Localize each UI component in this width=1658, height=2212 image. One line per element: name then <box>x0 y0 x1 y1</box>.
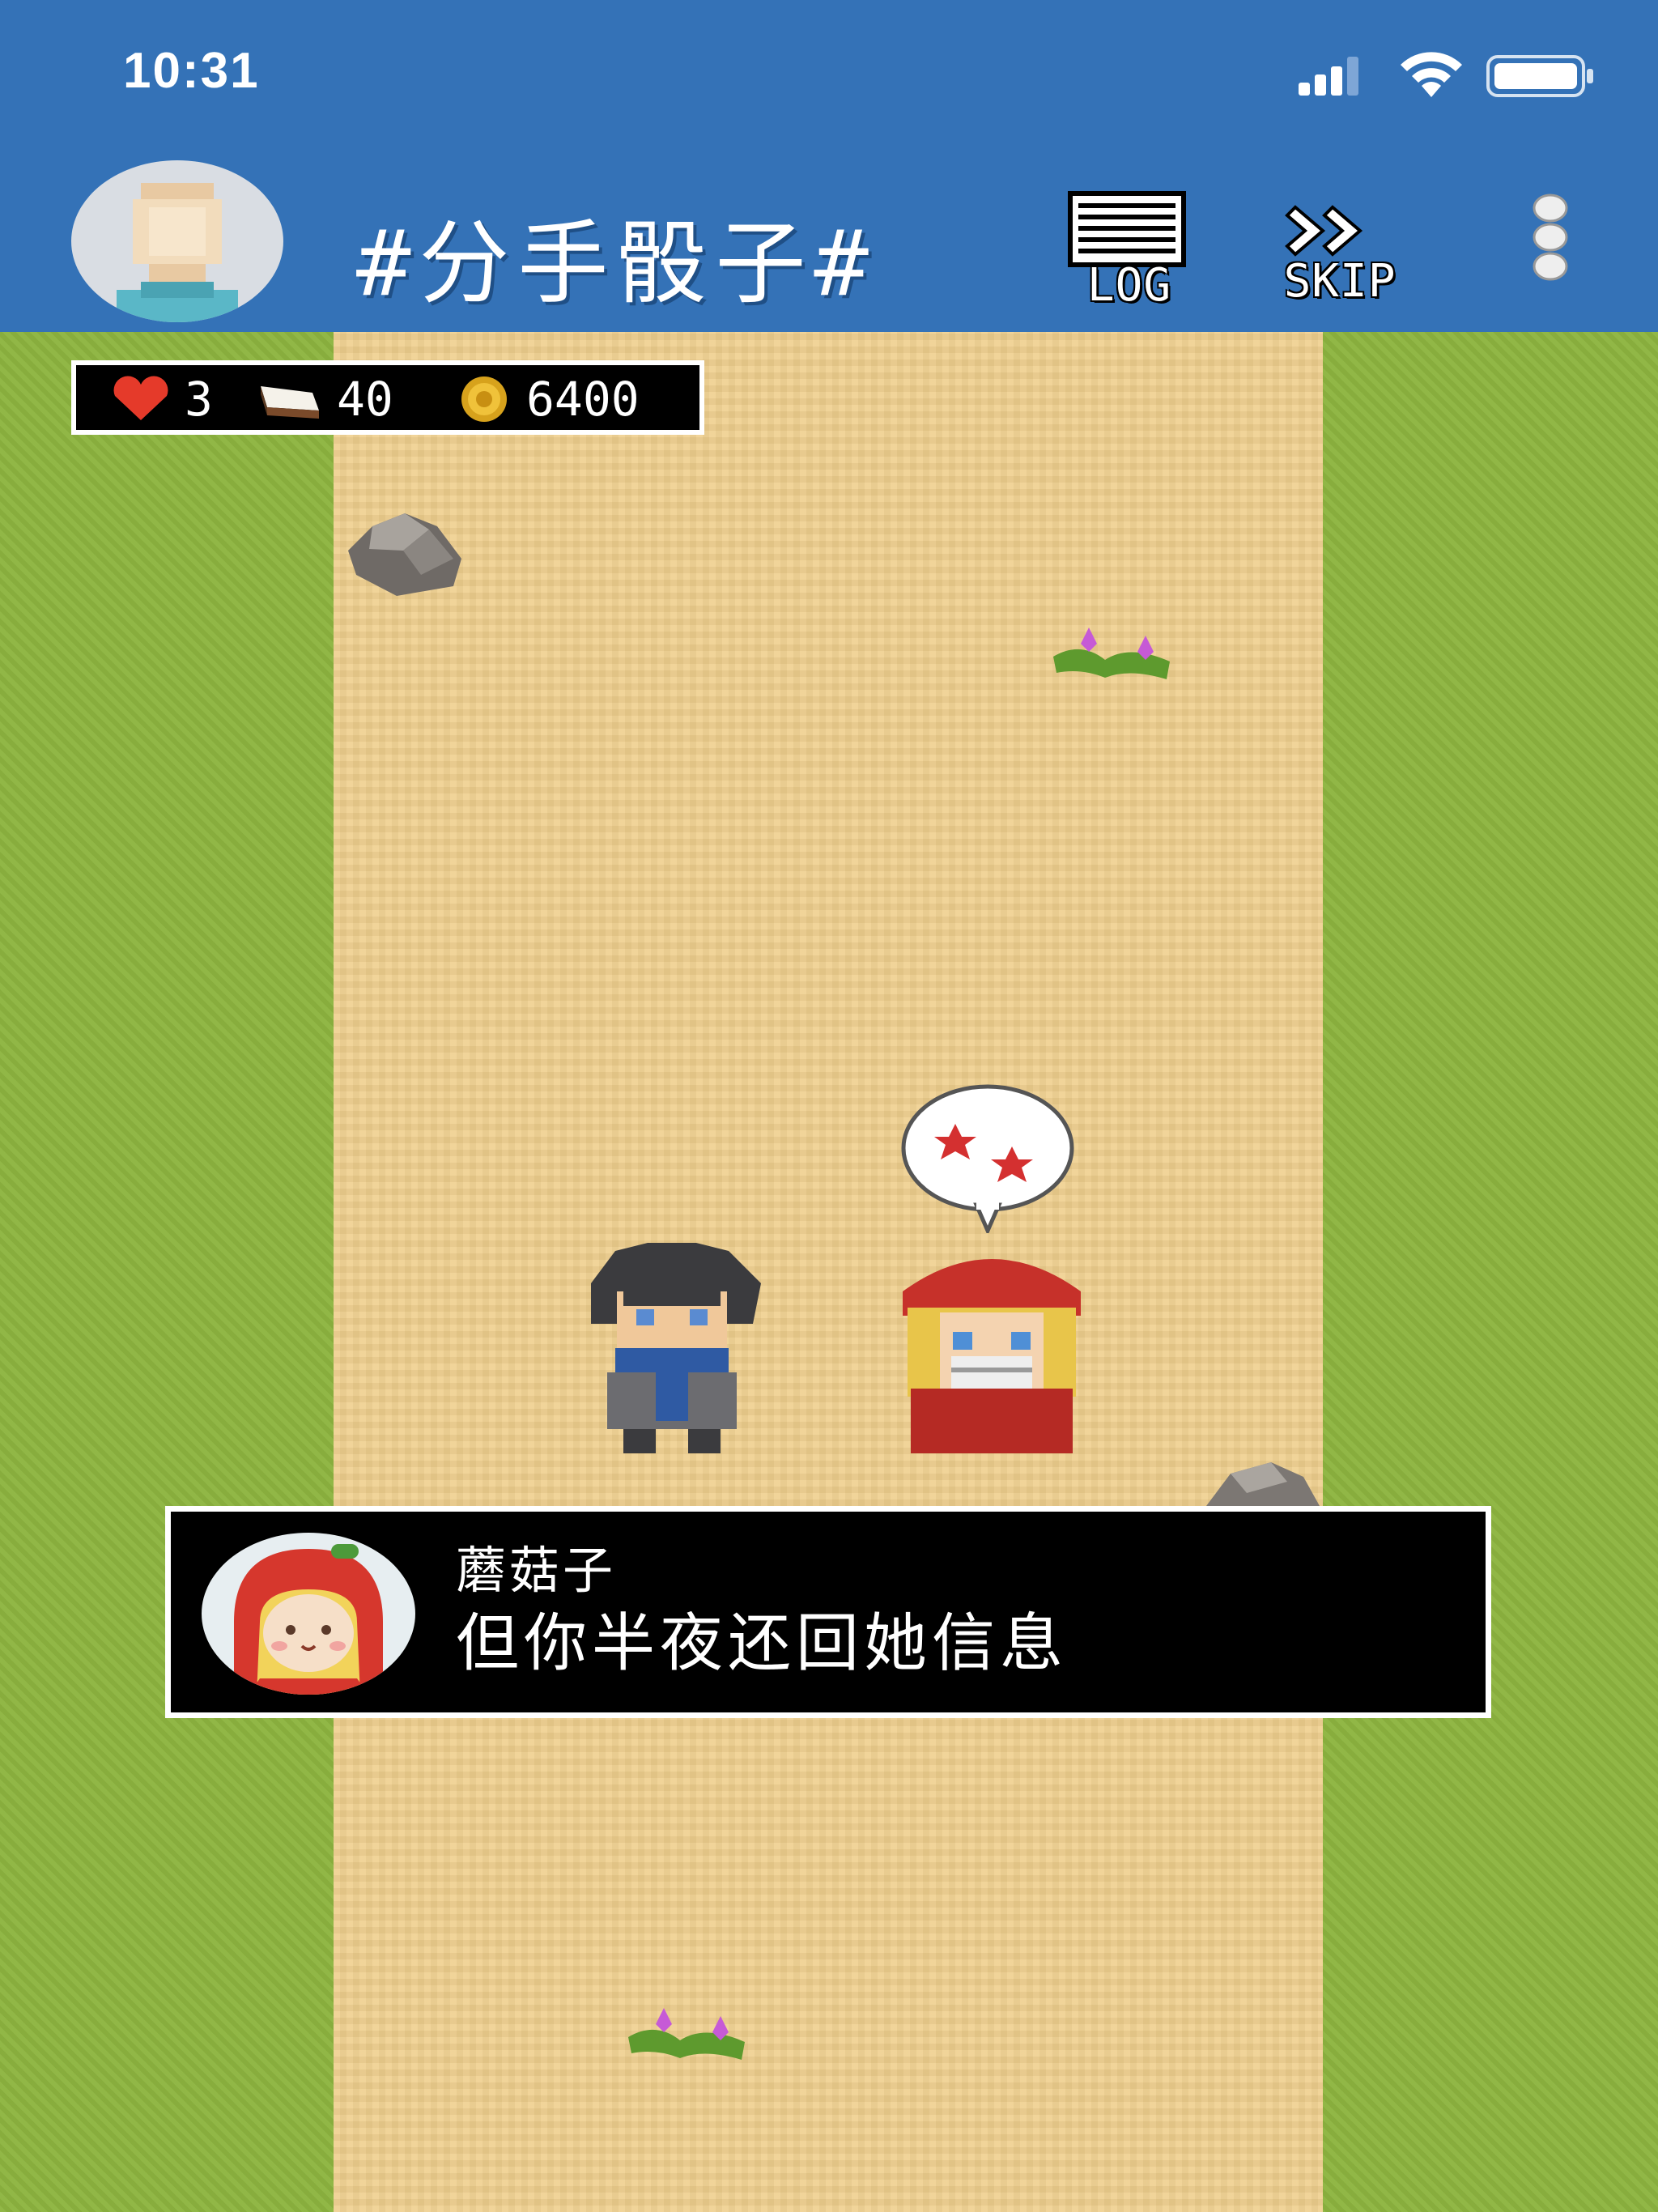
avatar-person-icon <box>117 183 238 322</box>
speaker-portrait <box>202 1533 415 1695</box>
skip-label: SKIP <box>1283 255 1397 308</box>
signal-icon <box>1299 57 1358 96</box>
more-icon <box>1533 194 1568 281</box>
mushroom-girl-character[interactable] <box>878 1235 1105 1461</box>
coins-counter: 6400 <box>453 372 640 427</box>
flower-sprite <box>1053 627 1170 679</box>
player-avatar[interactable] <box>71 160 283 322</box>
more-menu-button[interactable] <box>1522 190 1579 287</box>
tickets-value: 40 <box>337 372 393 427</box>
rock-sprite <box>348 513 461 596</box>
coins-value: 6400 <box>526 372 640 427</box>
title-bar: #分手骰子# LOG SKIP <box>0 150 1658 332</box>
status-bar: 10:31 <box>0 0 1658 150</box>
resource-hud: 3 40 6400 <box>71 360 704 435</box>
skip-button[interactable]: SKIP <box>1263 202 1417 308</box>
emotion-bubble <box>901 1084 1074 1233</box>
tickets-counter: 40 <box>256 372 393 427</box>
coin-icon <box>461 376 507 422</box>
mushroom-girl-portrait-icon <box>234 1544 383 1695</box>
skip-icon <box>1285 205 1363 257</box>
hero-character[interactable] <box>559 1235 785 1461</box>
lives-counter: 3 <box>108 372 213 427</box>
page-title: #分手骰子# <box>356 211 877 317</box>
rock-sprite-2 <box>1206 1462 1320 1506</box>
wifi-icon <box>1401 52 1462 97</box>
dialogue-text: 但你半夜还回她信息 <box>456 1607 1069 1680</box>
log-label: LOG <box>1086 259 1172 312</box>
battery-icon <box>1486 55 1593 97</box>
speaker-name: 蘑菇子 <box>456 1541 617 1600</box>
ticket-icon <box>261 386 319 419</box>
heart-icon <box>113 376 168 420</box>
lives-value: 3 <box>185 372 213 427</box>
dialogue-box[interactable]: 蘑菇子 但你半夜还回她信息 <box>165 1506 1491 1718</box>
flower-sprite-2 <box>628 2008 745 2060</box>
game-map[interactable] <box>0 332 1658 2212</box>
log-icon <box>1068 191 1186 267</box>
status-time: 10:31 <box>123 43 260 99</box>
log-button[interactable]: LOG <box>1065 190 1193 312</box>
